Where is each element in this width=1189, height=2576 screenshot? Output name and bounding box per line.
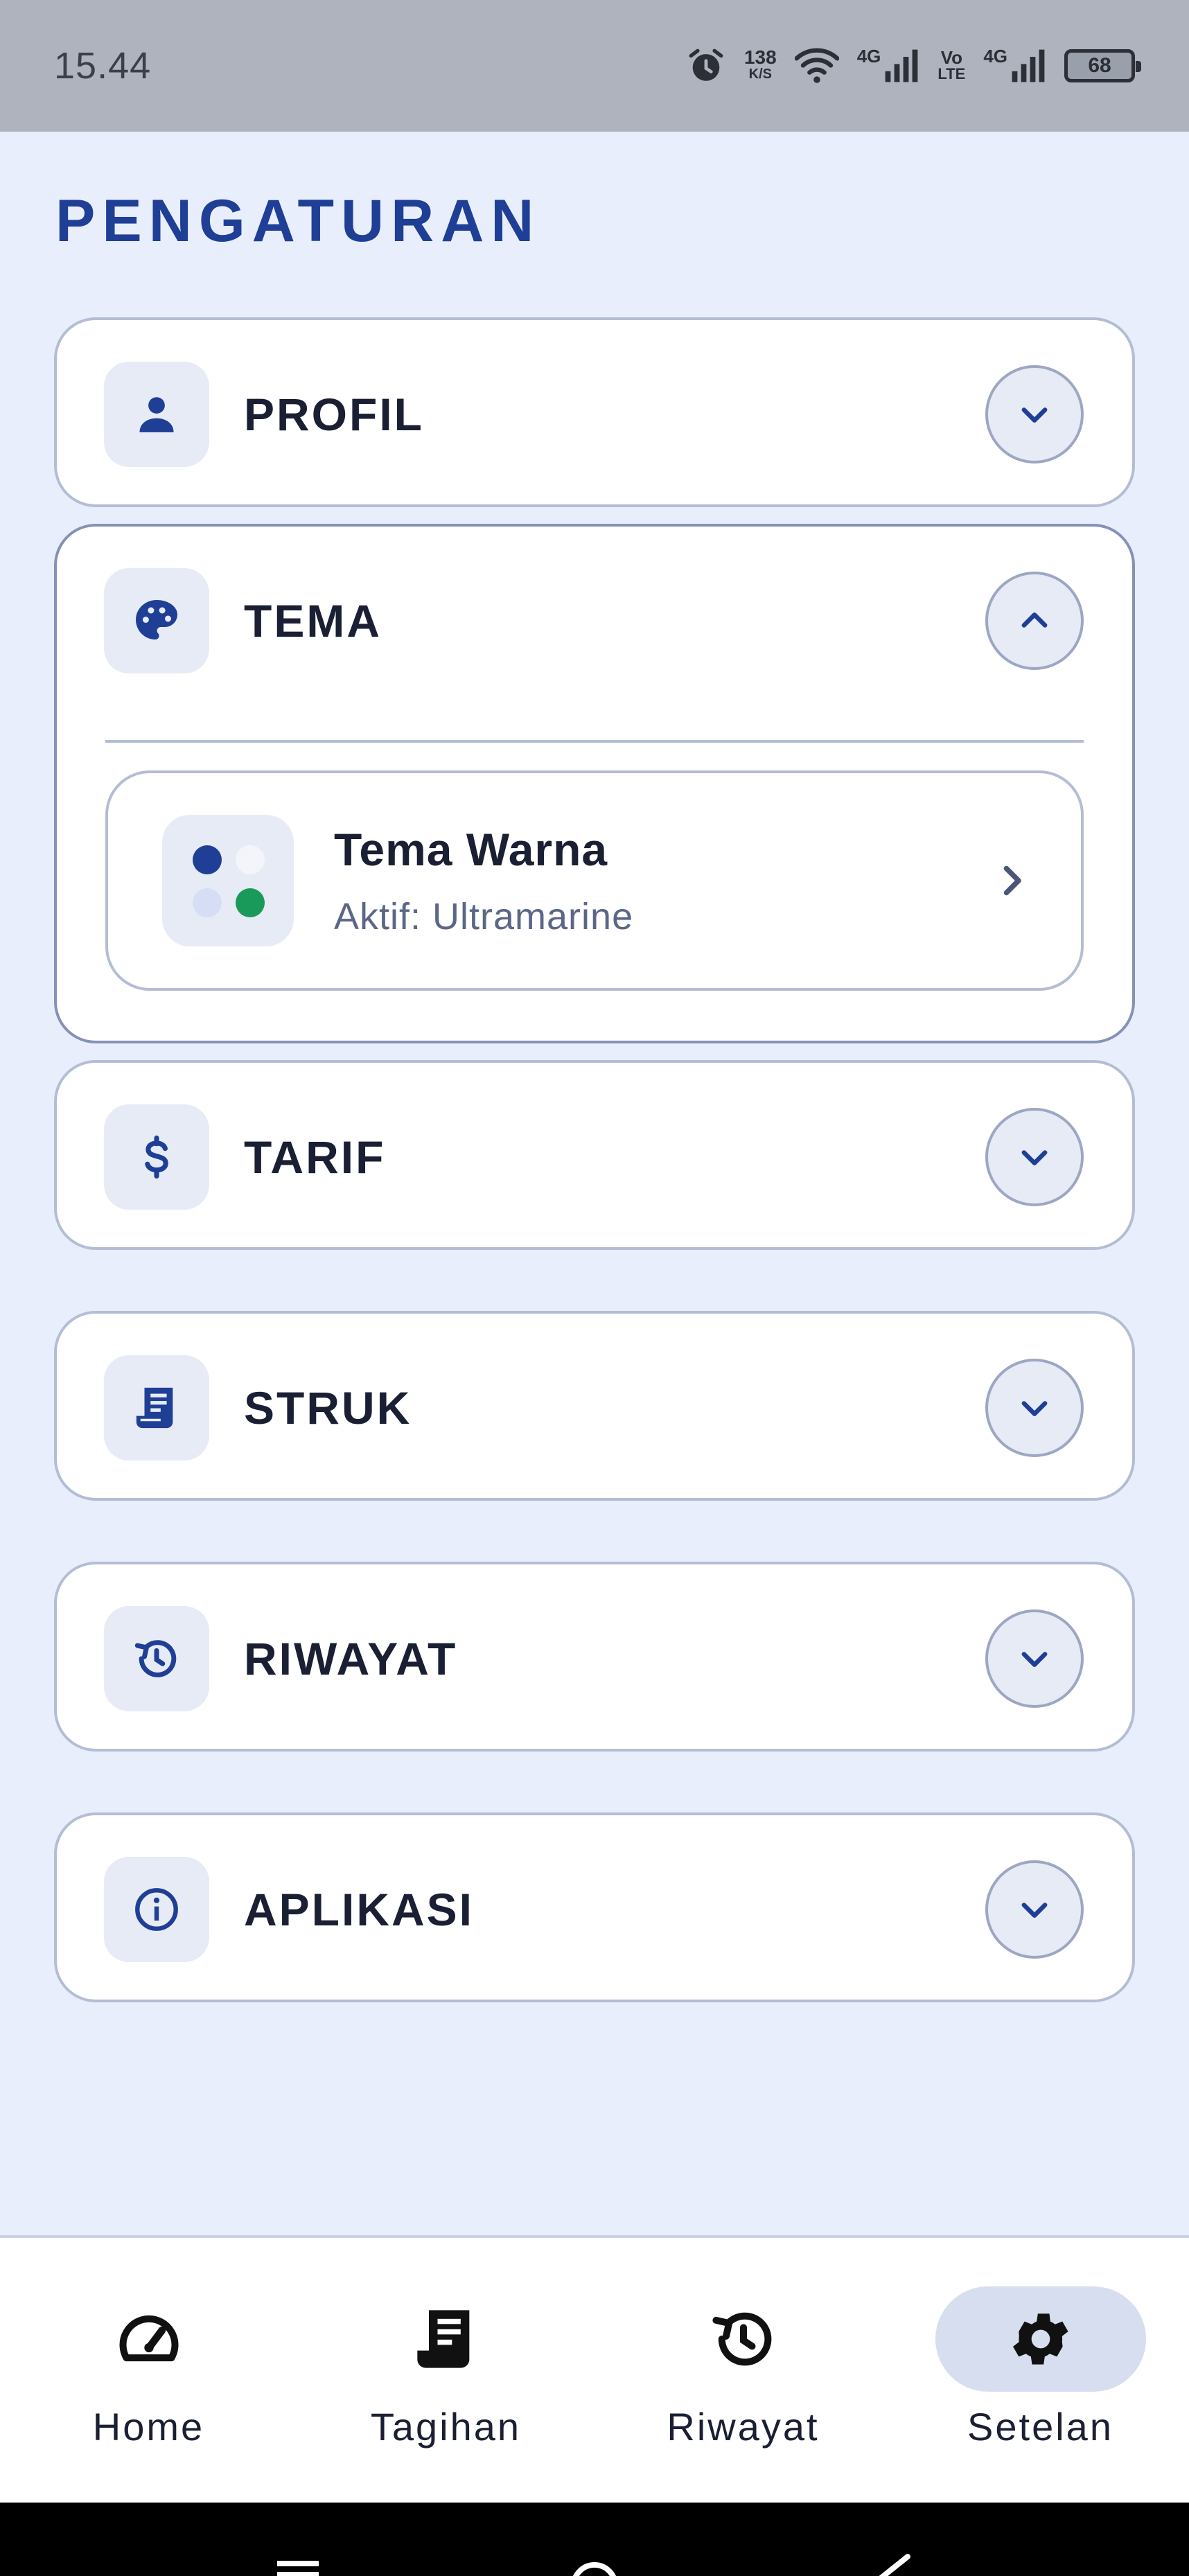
system-nav-icons bbox=[277, 2554, 910, 2576]
expand-struk-button[interactable] bbox=[985, 1359, 1084, 1457]
section-struk-title: STRUK bbox=[244, 1382, 412, 1433]
chevron-down-icon bbox=[1021, 1903, 1048, 1918]
section-tarif[interactable]: TARIF bbox=[54, 1060, 1135, 1250]
expand-profil-button[interactable] bbox=[985, 365, 1084, 464]
status-bar: 15.44 138 K/S 4G Vo LTE 4G 68 bbox=[0, 0, 1189, 132]
nav-setelan-label: Setelan bbox=[967, 2405, 1113, 2449]
dot-light bbox=[236, 845, 265, 874]
section-tema-header[interactable]: TEMA bbox=[57, 527, 1132, 715]
section-tema-title: TEMA bbox=[244, 595, 382, 646]
person-icon bbox=[104, 362, 209, 467]
status-time: 15.44 bbox=[54, 45, 152, 87]
chevron-up-icon bbox=[1021, 612, 1048, 628]
system-navigation-bar bbox=[0, 2503, 1189, 2576]
theme-color-item[interactable]: Tema Warna Aktif: Ultramarine bbox=[105, 770, 1084, 991]
theme-color-active: Aktif: Ultramarine bbox=[334, 896, 634, 937]
section-tema: TEMA Tema Warna Aktif: Ultramarine bbox=[54, 524, 1135, 1043]
speedometer-icon bbox=[44, 2286, 254, 2392]
palette-icon bbox=[104, 568, 209, 673]
section-tarif-header[interactable]: TARIF bbox=[57, 1063, 1132, 1251]
nav-tagihan-label: Tagihan bbox=[370, 2405, 522, 2449]
section-profil-title: PROFIL bbox=[244, 389, 424, 440]
gear-icon bbox=[935, 2286, 1146, 2392]
chevron-down-icon bbox=[1021, 1401, 1048, 1416]
nav-riwayat-label: Riwayat bbox=[667, 2405, 820, 2449]
section-profil[interactable]: PROFIL bbox=[54, 317, 1135, 507]
expand-riwayat-button[interactable] bbox=[985, 1609, 1084, 1708]
theme-color-text: Tema Warna Aktif: Ultramarine bbox=[334, 823, 991, 938]
nav-home-label: Home bbox=[92, 2405, 205, 2449]
wifi-icon bbox=[794, 48, 839, 83]
section-tarif-title: TARIF bbox=[244, 1131, 386, 1183]
dollar-icon bbox=[104, 1104, 209, 1210]
section-riwayat-title: RIWAYAT bbox=[244, 1633, 458, 1684]
section-aplikasi-header[interactable]: APLIKASI bbox=[57, 1815, 1132, 2004]
section-riwayat[interactable]: RIWAYAT bbox=[54, 1562, 1135, 1752]
nav-tagihan[interactable]: Tagihan bbox=[335, 2238, 557, 2449]
back-triangle-icon[interactable] bbox=[879, 2554, 910, 2576]
expand-aplikasi-button[interactable] bbox=[985, 1860, 1084, 1959]
divider bbox=[105, 740, 1084, 743]
settings-screen: 15.44 138 K/S 4G Vo LTE 4G 68 PENGATURAN… bbox=[0, 0, 1189, 2576]
nav-home[interactable]: Home bbox=[38, 2238, 260, 2449]
dot-pale bbox=[193, 888, 222, 917]
nav-riwayat[interactable]: Riwayat bbox=[633, 2238, 854, 2449]
section-profil-header[interactable]: PROFIL bbox=[57, 320, 1132, 509]
chevron-right-icon bbox=[1003, 865, 1021, 896]
expand-tarif-button[interactable] bbox=[985, 1108, 1084, 1206]
section-aplikasi[interactable]: APLIKASI bbox=[54, 1812, 1135, 2002]
section-struk-header[interactable]: STRUK bbox=[57, 1314, 1132, 1502]
history-icon bbox=[638, 2286, 849, 2392]
section-riwayat-header[interactable]: RIWAYAT bbox=[57, 1564, 1132, 1753]
nav-setelan[interactable]: Setelan bbox=[930, 2238, 1152, 2449]
chevron-down-icon bbox=[1021, 1150, 1048, 1165]
receipt-icon bbox=[341, 2286, 552, 2392]
battery-level: 68 bbox=[1088, 54, 1111, 77]
page-title: PENGATURAN bbox=[55, 188, 541, 254]
volte-indicator: Vo LTE bbox=[937, 47, 966, 82]
receipt-icon bbox=[104, 1355, 209, 1461]
theme-color-dots-icon bbox=[162, 815, 294, 946]
network-speed: 138 K/S bbox=[743, 46, 777, 82]
section-aplikasi-title: APLIKASI bbox=[244, 1884, 475, 1935]
bottom-navigation: Home Tagihan Riwayat Setelan bbox=[0, 2235, 1189, 2503]
cell-signal-2: 4G bbox=[983, 47, 1046, 84]
collapse-tema-button[interactable] bbox=[985, 572, 1084, 670]
cell-signal-1: 4G bbox=[857, 47, 920, 84]
dot-primary bbox=[193, 845, 222, 874]
dot-green bbox=[236, 888, 265, 917]
status-icons: 138 K/S 4G Vo LTE 4G 68 bbox=[686, 46, 1141, 86]
info-icon bbox=[104, 1857, 209, 1962]
home-circle-icon[interactable] bbox=[573, 2562, 616, 2576]
battery-icon: 68 bbox=[1064, 49, 1141, 82]
theme-color-title: Tema Warna bbox=[334, 824, 608, 875]
signal-bars-icon bbox=[885, 49, 918, 82]
section-struk[interactable]: STRUK bbox=[54, 1311, 1135, 1501]
history-icon bbox=[104, 1606, 209, 1711]
recent-apps-icon[interactable] bbox=[277, 2561, 319, 2576]
chevron-down-icon bbox=[1021, 407, 1048, 423]
chevron-down-icon bbox=[1021, 1652, 1048, 1667]
alarm-icon bbox=[689, 48, 723, 81]
signal-bars-icon bbox=[1012, 49, 1045, 82]
